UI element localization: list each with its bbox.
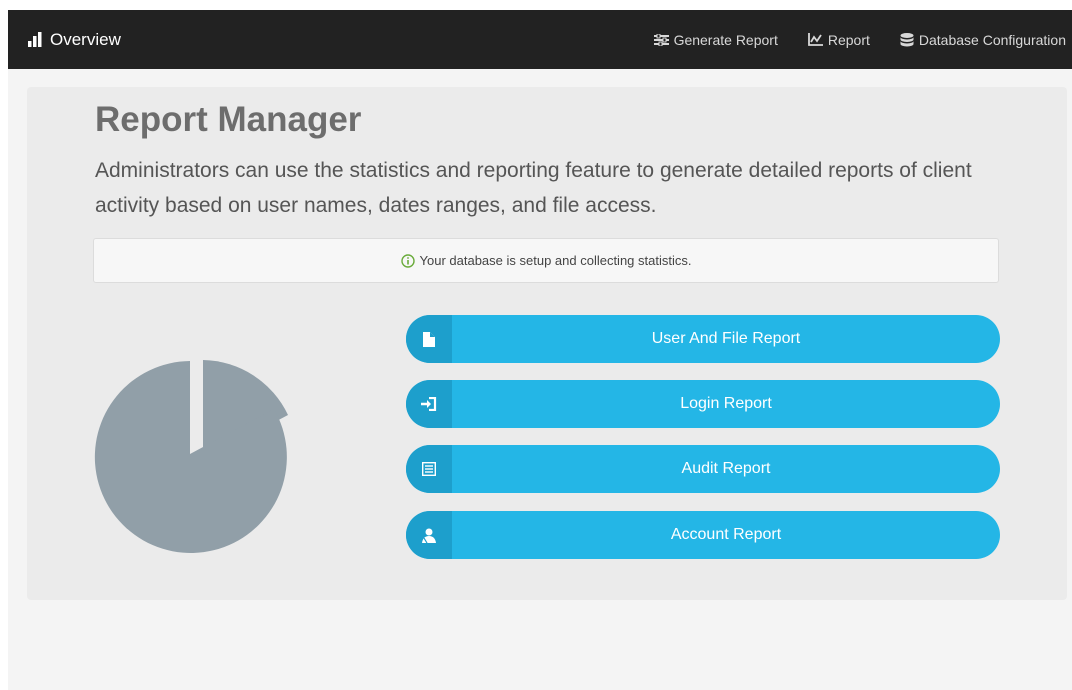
- nav-report-label: Report: [827, 31, 870, 48]
- bar-chart-icon: [28, 32, 42, 47]
- button-icon-area: [406, 511, 452, 559]
- button-label: Account Report: [670, 526, 782, 543]
- sliders-icon: [653, 33, 669, 46]
- nav-links: Generate Report Report Database Configur…: [624, 10, 1066, 69]
- audit-report-button[interactable]: Audit Report: [406, 445, 1000, 493]
- button-icon-area: [406, 380, 452, 428]
- brand-label: Overview: [50, 29, 121, 49]
- user-and-file-report-button[interactable]: User And File Report: [406, 315, 1000, 363]
- nav-generate-report-label: Generate Report: [673, 31, 778, 48]
- nav-report[interactable]: Report: [807, 31, 870, 48]
- list-alt-icon: [422, 462, 436, 476]
- database-icon: [900, 32, 914, 46]
- button-icon-area: [406, 445, 452, 493]
- account-report-button[interactable]: Account Report: [406, 511, 1000, 559]
- nav-database-configuration-label: Database Configuration: [918, 31, 1066, 48]
- report-manager-panel: Report Manager Administrators can use th…: [27, 87, 1067, 600]
- top-navbar: Overview Generate Report Report Database…: [8, 10, 1072, 69]
- brand-link[interactable]: Overview: [28, 10, 121, 69]
- button-label: Audit Report: [681, 460, 771, 477]
- button-label: Login Report: [680, 395, 772, 412]
- login-icon: [421, 397, 437, 411]
- page-description: Administrators can use the statistics an…: [95, 159, 972, 217]
- nav-generate-report[interactable]: Generate Report: [653, 31, 778, 48]
- pie-chart-icon: [94, 360, 288, 553]
- file-icon: [423, 331, 435, 347]
- nav-database-configuration[interactable]: Database Configuration: [900, 32, 1066, 48]
- alert-text: Your database is setup and collecting st…: [419, 253, 692, 268]
- button-icon-area: [406, 315, 452, 363]
- user-account-icon: [422, 528, 436, 543]
- button-label: User And File Report: [651, 330, 801, 347]
- login-report-button[interactable]: Login Report: [406, 380, 1000, 428]
- line-chart-icon: [807, 33, 823, 46]
- database-status-alert: Your database is setup and collecting st…: [93, 238, 999, 283]
- info-circle-icon: [400, 253, 415, 268]
- page-title: Report Manager: [95, 100, 362, 139]
